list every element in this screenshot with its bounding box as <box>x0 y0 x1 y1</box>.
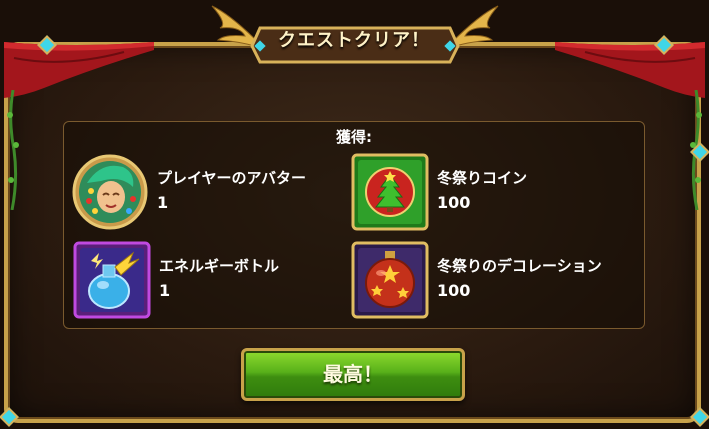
christmas-tree-coin-icon <box>351 153 429 231</box>
left-curtain <box>4 42 154 98</box>
reward-quantity: 100 <box>437 281 471 300</box>
reward-name: エネルギーボトル <box>159 257 280 275</box>
reward-quantity: 1 <box>159 281 171 300</box>
dialog-title: クエストクリア！ <box>278 30 430 51</box>
ornament-ball-icon <box>351 241 429 319</box>
rewards-label: 獲得: <box>336 128 372 146</box>
left-vine <box>7 90 19 210</box>
reward-name: 冬祭りコイン <box>437 169 528 187</box>
right-curtain <box>555 42 705 98</box>
rewards-panel: 獲得: プレイヤーのアバター 1 冬祭りコイン 100 エネルギーボトル 1 冬… <box>63 121 645 329</box>
reward-name: プレイヤーのアバター <box>157 169 306 187</box>
confirm-button[interactable]: 最高！ <box>241 348 465 401</box>
avatar-portrait-icon <box>71 153 149 231</box>
reward-quantity: 100 <box>437 193 471 212</box>
reward-quantity: 1 <box>157 193 169 212</box>
reward-name: 冬祭りのデコレーション <box>437 257 602 275</box>
energy-bottle-icon <box>73 241 151 319</box>
